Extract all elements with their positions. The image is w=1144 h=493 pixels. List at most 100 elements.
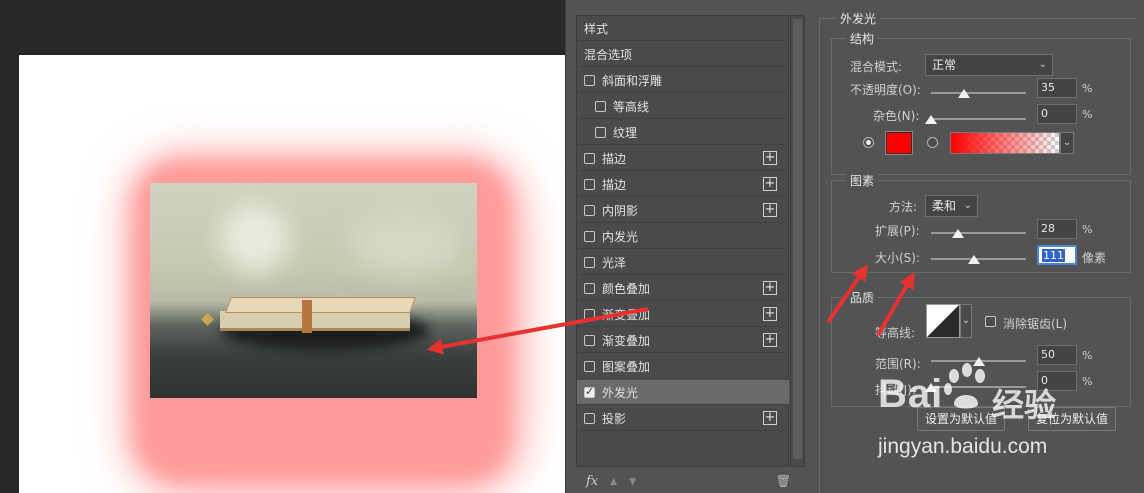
document-canvas-area[interactable]	[0, 0, 565, 493]
glow-gradient-swatch[interactable]	[950, 132, 1060, 154]
style-item[interactable]: 样式	[577, 16, 789, 41]
style-checkbox[interactable]	[584, 308, 595, 320]
add-style-button[interactable]: +	[763, 333, 777, 347]
add-style-button[interactable]: +	[763, 281, 777, 295]
antialias-label: 消除锯齿(L)	[1003, 317, 1068, 331]
size-label: 大小(S):	[875, 251, 921, 265]
opacity-slider-knob[interactable]	[958, 89, 971, 98]
size-slider-knob[interactable]	[967, 255, 980, 264]
style-item-label: 外发光	[602, 385, 639, 400]
add-style-button[interactable]: +	[763, 411, 777, 425]
background-blur	[220, 203, 290, 273]
opacity-label: 不透明度(O):	[850, 83, 921, 97]
move-up-icon[interactable]: ▲	[610, 477, 617, 487]
scrollbar-thumb[interactable]	[793, 19, 802, 459]
style-checkbox[interactable]	[584, 282, 595, 294]
structure-legend: 结构	[846, 30, 879, 47]
jitter-slider[interactable]	[925, 383, 1026, 392]
move-down-icon[interactable]: ▼	[629, 477, 636, 487]
jitter-slider-knob[interactable]	[925, 383, 937, 392]
antialias-checkbox[interactable]	[985, 316, 996, 327]
spread-unit: %	[1082, 223, 1093, 236]
style-checkbox[interactable]	[584, 334, 595, 346]
style-item[interactable]: 等高线	[577, 94, 789, 119]
noise-label: 杂色(N):	[873, 109, 920, 123]
range-label: 范围(R):	[875, 357, 921, 371]
outer-glow-title: 外发光	[836, 10, 881, 27]
gradient-radio[interactable]	[927, 137, 938, 148]
notebook-tab	[201, 313, 214, 326]
opacity-input[interactable]: 35	[1037, 78, 1077, 98]
style-item[interactable]: 颜色叠加 +	[577, 276, 789, 301]
style-checkbox[interactable]	[595, 126, 606, 138]
technique-select[interactable]: 柔和 ⌄	[925, 195, 978, 217]
add-style-button[interactable]: +	[763, 307, 777, 321]
style-item[interactable]: 渐变叠加 +	[577, 302, 789, 327]
chevron-down-icon[interactable]: ⌄	[960, 304, 972, 338]
style-checkbox[interactable]	[584, 178, 595, 190]
style-checkbox[interactable]	[584, 385, 595, 398]
opacity-slider[interactable]	[931, 89, 1026, 98]
style-item[interactable]: 斜面和浮雕	[577, 68, 789, 93]
chevron-down-icon[interactable]: ⌄	[1060, 132, 1074, 154]
spread-input[interactable]: 28	[1037, 219, 1077, 239]
style-item-label: 内阴影	[602, 203, 639, 218]
style-item[interactable]: 投影 +	[577, 406, 789, 431]
style-checkbox[interactable]	[584, 360, 595, 372]
styles-scrollbar[interactable]	[790, 15, 805, 467]
size-slider[interactable]	[931, 255, 1026, 264]
style-item[interactable]: 纹理	[577, 120, 789, 145]
add-style-button[interactable]: +	[763, 151, 777, 165]
style-item[interactable]: 外发光	[577, 380, 789, 405]
blend-mode-label: 混合模式:	[850, 60, 903, 74]
layer-style-dialog: 样式 混合选项 斜面和浮雕 等高线 纹理 描边 + 描边 + 内阴影 + 内发光 光泽 颜色叠加 + 渐变叠加…	[565, 0, 1144, 493]
range-unit: %	[1082, 349, 1093, 362]
size-input[interactable]: 111	[1037, 245, 1077, 265]
range-slider[interactable]	[931, 357, 1026, 366]
photo-layer[interactable]	[150, 183, 477, 398]
set-default-button[interactable]: 设置为默认值	[917, 407, 1005, 431]
notebook-strap	[302, 300, 312, 333]
solid-color-radio[interactable]	[863, 137, 874, 148]
style-item-label: 颜色叠加	[602, 281, 651, 296]
style-item[interactable]: 内阴影 +	[577, 198, 789, 223]
trash-icon[interactable]: 🗑	[776, 474, 791, 488]
add-style-button[interactable]: +	[763, 203, 777, 217]
style-item[interactable]: 描边 +	[577, 172, 789, 197]
style-item-label: 投影	[602, 411, 627, 426]
fx-button[interactable]: fx	[576, 474, 598, 489]
style-item[interactable]: 内发光	[577, 224, 789, 249]
reset-default-button[interactable]: 复位为默认值	[1028, 407, 1116, 431]
style-checkbox[interactable]	[584, 74, 595, 86]
style-checkbox[interactable]	[595, 100, 606, 112]
spread-slider[interactable]	[931, 229, 1026, 238]
add-style-button[interactable]: +	[763, 177, 777, 191]
style-checkbox[interactable]	[584, 412, 595, 424]
spread-slider-knob[interactable]	[951, 229, 964, 238]
style-checkbox[interactable]	[584, 204, 595, 216]
style-item-label: 描边	[602, 151, 627, 166]
blend-mode-select[interactable]: 正常 ⌄	[925, 54, 1053, 76]
style-item[interactable]: 渐变叠加 +	[577, 328, 789, 353]
contour-picker[interactable]	[926, 304, 960, 338]
style-item[interactable]: 描边 +	[577, 146, 789, 171]
noise-slider[interactable]	[925, 115, 1026, 124]
style-item[interactable]: 图案叠加	[577, 354, 789, 379]
glow-color-swatch[interactable]	[885, 131, 913, 155]
technique-value: 柔和	[932, 199, 957, 213]
style-item-label: 渐变叠加	[602, 307, 651, 322]
noise-input[interactable]: 0	[1037, 104, 1077, 124]
noise-slider-knob[interactable]	[925, 115, 937, 124]
style-item-label: 图案叠加	[602, 359, 651, 374]
jitter-input[interactable]: 0	[1037, 371, 1077, 391]
chevron-down-icon: ⌄	[963, 200, 972, 211]
style-checkbox[interactable]	[584, 152, 595, 164]
style-checkbox[interactable]	[584, 256, 595, 268]
document-canvas[interactable]	[19, 55, 565, 493]
style-checkbox[interactable]	[584, 230, 595, 242]
range-input[interactable]: 50	[1037, 345, 1077, 365]
style-item[interactable]: 混合选项	[577, 42, 789, 67]
spread-label: 扩展(P):	[875, 224, 920, 238]
style-item[interactable]: 光泽	[577, 250, 789, 275]
range-slider-knob[interactable]	[972, 357, 985, 366]
